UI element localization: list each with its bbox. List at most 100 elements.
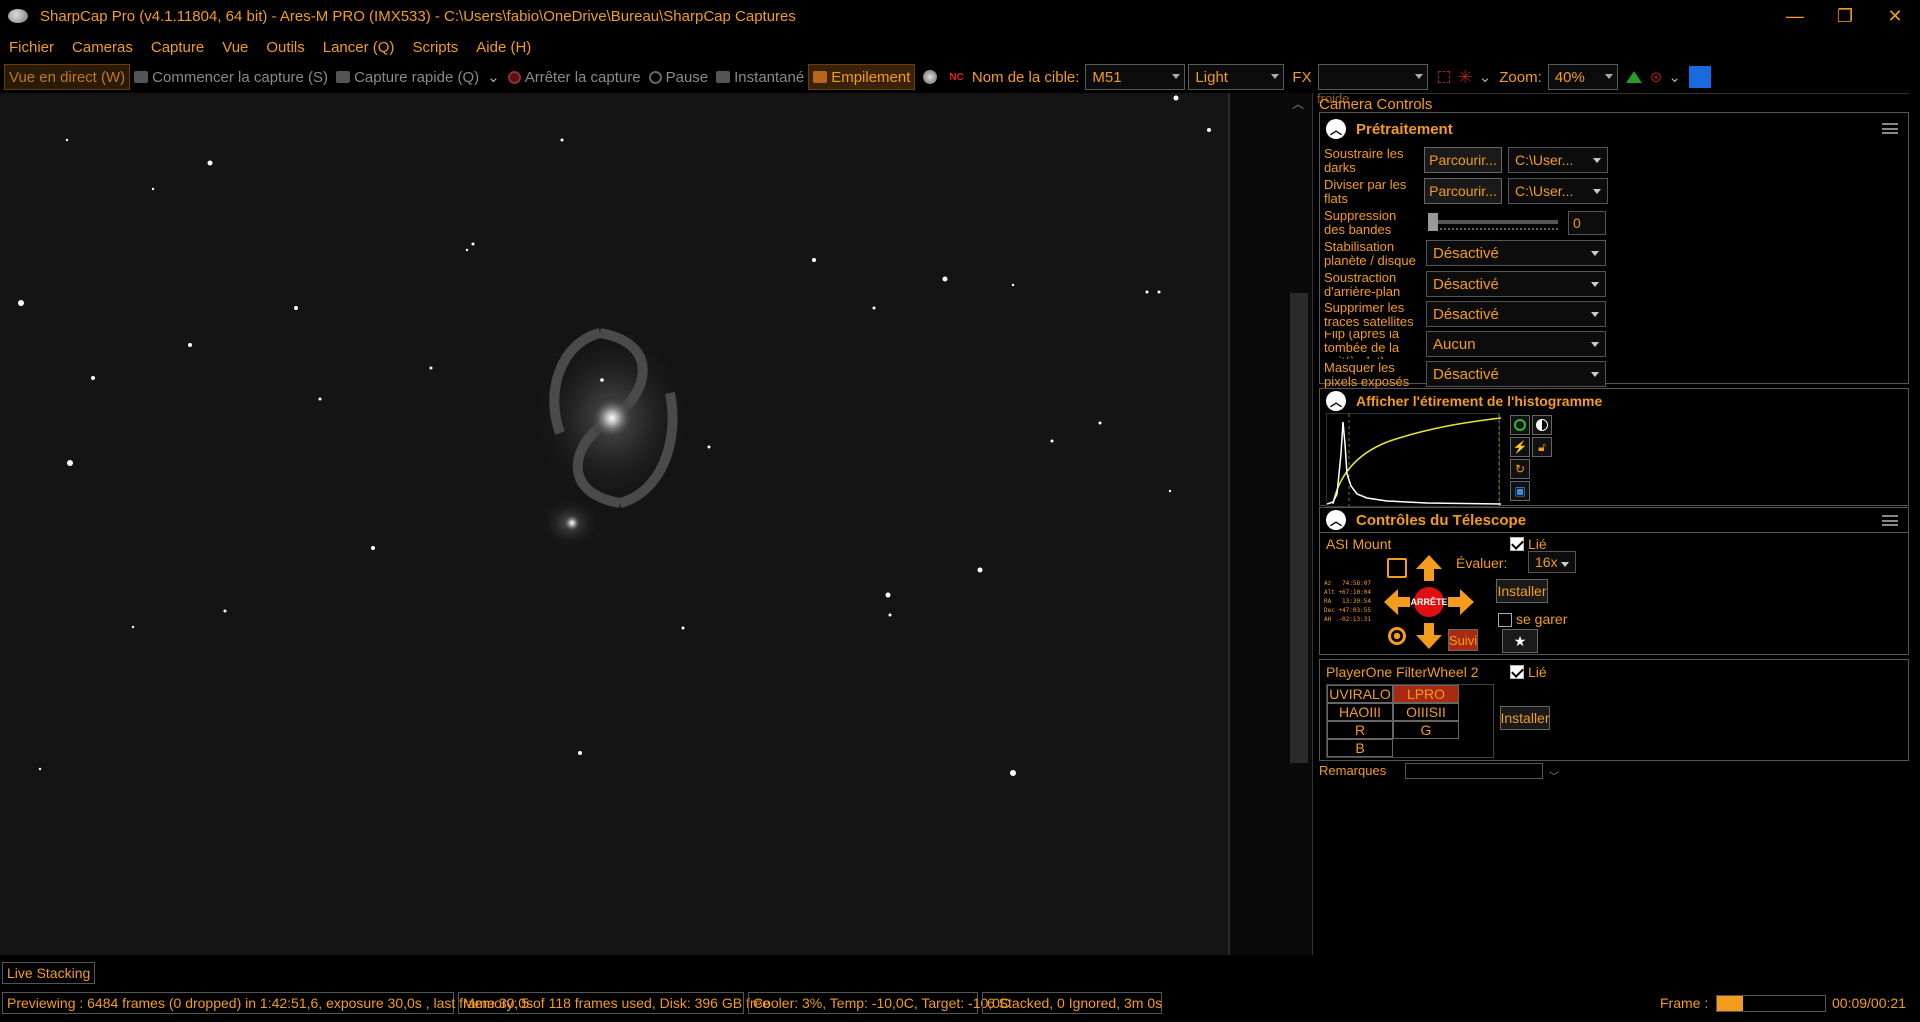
banding-slider-track[interactable] [1428, 220, 1558, 224]
histogram-peak-icon[interactable] [1625, 71, 1642, 83]
park-checkbox[interactable] [1498, 613, 1512, 627]
power-icon[interactable] [1510, 415, 1530, 435]
filter-r[interactable]: R [1327, 721, 1393, 739]
menu-help[interactable]: Aide (H) [467, 39, 540, 56]
menu-capture[interactable]: Capture [142, 39, 213, 56]
chevron-down-icon [1591, 282, 1599, 287]
chevron-up-icon[interactable]: ︿ [1292, 95, 1304, 112]
arrow-right-icon[interactable] [1444, 585, 1478, 619]
menu-icon[interactable] [1882, 515, 1898, 526]
notes-input[interactable] [1405, 763, 1543, 779]
menu-icon[interactable] [1882, 123, 1898, 134]
selection-area-icon[interactable] [1437, 71, 1450, 83]
menu-scripts[interactable]: Scripts [403, 39, 467, 56]
tracking-button[interactable]: Suivi [1448, 629, 1478, 651]
collapse-icon[interactable]: ︿ [1326, 510, 1346, 530]
snapshot-button[interactable]: Instantané [712, 64, 808, 90]
banding-row: Suppression des bandes 0 [1324, 209, 1904, 237]
filter-b[interactable]: B [1327, 739, 1393, 757]
close-button[interactable]: ✕ [1872, 0, 1918, 32]
maximize-button[interactable]: ❐ [1822, 0, 1868, 32]
notes-label: Remarques [1319, 763, 1387, 778]
filter-g[interactable]: G [1393, 721, 1459, 739]
stabilization-select[interactable]: Désactivé [1426, 240, 1606, 266]
crosshair-icon[interactable]: ✳ [1458, 67, 1473, 88]
polar-align-icon[interactable] [1688, 66, 1711, 88]
contrast-icon[interactable] [1532, 415, 1552, 435]
filterwheel-linked-checkbox[interactable] [1510, 665, 1524, 679]
viewer-scrollbar[interactable]: ︿ [1228, 93, 1312, 955]
live-stacking-tab[interactable]: Live Stacking [2, 962, 96, 984]
flat-path-combo[interactable]: C:\User... [1508, 178, 1608, 204]
menu-bar: Fichier Cameras Capture Vue Outils Lance… [0, 32, 1920, 62]
reset-icon[interactable]: ↻ [1510, 459, 1530, 479]
preprocessing-title: Prétraitement [1356, 120, 1453, 138]
image-viewer[interactable] [0, 93, 1228, 955]
home-target-icon[interactable] [1380, 619, 1414, 653]
menu-file[interactable]: Fichier [0, 39, 63, 56]
filter-lpro[interactable]: LPRO [1393, 685, 1459, 703]
banding-slider-thumb[interactable] [1428, 213, 1438, 231]
save-icon[interactable]: ▣ [1510, 481, 1530, 501]
banding-value-input[interactable]: 0 [1568, 211, 1606, 235]
pause-button[interactable]: Pause [645, 64, 713, 90]
spiral-search-icon[interactable] [1380, 551, 1414, 585]
histogram-chart[interactable] [1326, 413, 1502, 507]
satellite-select[interactable]: Désactivé [1426, 301, 1606, 327]
background-select[interactable]: Désactivé [1426, 271, 1606, 297]
filterwheel-setup-button[interactable]: Installer [1500, 706, 1550, 730]
mount-coordinates: Az 74:58:07 Alt +67:10:04 RA 13:30:54 De… [1324, 580, 1371, 623]
hot-pixel-select[interactable]: Désactivé [1426, 361, 1606, 387]
arrow-down-icon[interactable] [1412, 619, 1446, 653]
chevron-down-icon[interactable]: ⌄ [487, 68, 500, 86]
chevron-down-icon[interactable]: ﹀ [1549, 768, 1559, 783]
goto-star-button[interactable]: ★ [1502, 629, 1538, 653]
sun-icon[interactable] [923, 70, 938, 84]
lock-icon[interactable]: 🔓︎ [1532, 437, 1552, 457]
title-bar: SharpCap Pro (v4.1.11804, 64 bit) - Ares… [0, 0, 1920, 32]
mount-linked-checkbox[interactable] [1510, 537, 1524, 551]
quick-capture-label: Capture rapide (Q) [354, 68, 480, 86]
menu-launch[interactable]: Lancer (Q) [314, 39, 404, 56]
no-calibration-icon[interactable]: NC [949, 72, 963, 83]
target-search-icon[interactable]: ⊛ [1650, 68, 1663, 86]
rate-select[interactable]: 16x [1528, 551, 1576, 573]
satellite-value: Désactivé [1433, 305, 1499, 323]
target-name-combo[interactable]: M51 [1085, 64, 1186, 90]
mount-setup-button[interactable]: Installer [1496, 579, 1548, 603]
stop-button[interactable]: ARRÊTE [1411, 585, 1448, 619]
minimize-button[interactable]: — [1772, 0, 1818, 32]
chevron-down-icon[interactable]: ⌄ [1479, 68, 1492, 86]
scrollbar-thumb[interactable] [1290, 293, 1308, 763]
filter-uviralo[interactable]: UVIRALO [1327, 685, 1393, 703]
start-capture-button[interactable]: Commencer la capture (S) [130, 64, 332, 90]
filter-haoiii[interactable]: HAOIII [1327, 703, 1393, 721]
menu-tools[interactable]: Outils [257, 39, 313, 56]
chevron-down-icon[interactable]: ⌄ [1668, 68, 1681, 86]
menu-view[interactable]: Vue [213, 39, 257, 56]
satellite-label: Supprimer les traces satellites [1324, 300, 1414, 329]
stacking-button[interactable]: Empilement [808, 64, 916, 90]
stacking-label: Empilement [831, 68, 911, 86]
menu-cameras[interactable]: Cameras [63, 39, 142, 56]
live-view-button[interactable]: Vue en direct (W) [4, 64, 131, 90]
arrow-left-icon[interactable] [1380, 585, 1414, 619]
rate-label: Évaluer: [1456, 555, 1508, 571]
collapse-icon[interactable]: ︿ [1326, 391, 1346, 411]
collapse-icon[interactable]: ︿ [1326, 119, 1346, 139]
telescope-header[interactable]: ︿ Contrôles du Télescope [1320, 508, 1908, 532]
dark-path-combo[interactable]: C:\User... [1508, 147, 1608, 173]
preprocessing-header[interactable]: ︿ Prétraitement [1320, 113, 1908, 145]
filter-oiiisii[interactable]: OIIISII [1393, 703, 1459, 721]
quick-capture-button[interactable]: Capture rapide (Q) ⌄ [332, 64, 504, 90]
stop-capture-button[interactable]: Arrêter la capture [504, 64, 645, 90]
auto-stretch-icon[interactable]: ⚡ [1510, 437, 1530, 457]
dark-browse-button[interactable]: Parcourir... [1424, 147, 1502, 173]
frame-type-combo[interactable]: Light [1188, 64, 1285, 90]
arrow-up-icon[interactable] [1412, 551, 1446, 585]
histogram-plot [1326, 414, 1502, 506]
flip-select[interactable]: Aucun [1426, 331, 1606, 357]
histogram-header[interactable]: ︿ Afficher l'étirement de l'histogramme [1320, 389, 1908, 413]
mount-name: ASI Mount [1326, 536, 1392, 552]
flat-browse-button[interactable]: Parcourir... [1424, 178, 1502, 204]
